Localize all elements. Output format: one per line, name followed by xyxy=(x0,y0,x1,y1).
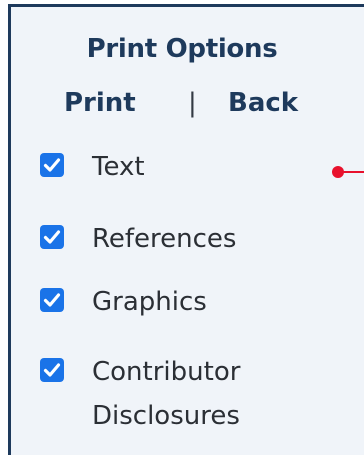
graphics-checkbox[interactable] xyxy=(40,288,64,312)
disclosures-label: Disclosures xyxy=(92,401,240,431)
graphics-label: Graphics xyxy=(92,287,207,317)
pointer-dot-icon xyxy=(332,166,344,178)
link-separator: | xyxy=(188,88,197,118)
references-label: References xyxy=(92,224,237,254)
checkmark-icon xyxy=(43,363,61,377)
checkmark-icon xyxy=(43,158,61,172)
print-back-links: Print | Back xyxy=(0,88,364,122)
text-label: Text xyxy=(92,152,145,182)
contributor-label: Contributor xyxy=(92,357,241,387)
checkmark-icon xyxy=(43,230,61,244)
back-link[interactable]: Back xyxy=(228,88,298,118)
checkmark-icon xyxy=(43,293,61,307)
panel-title: Print Options xyxy=(86,34,278,64)
print-link[interactable]: Print xyxy=(64,88,136,118)
contributor-disclosures-checkbox[interactable] xyxy=(40,358,64,382)
references-checkbox[interactable] xyxy=(40,225,64,249)
print-options-window: Print Options Print | Back Text Referenc… xyxy=(0,0,364,455)
text-checkbox[interactable] xyxy=(40,153,64,177)
